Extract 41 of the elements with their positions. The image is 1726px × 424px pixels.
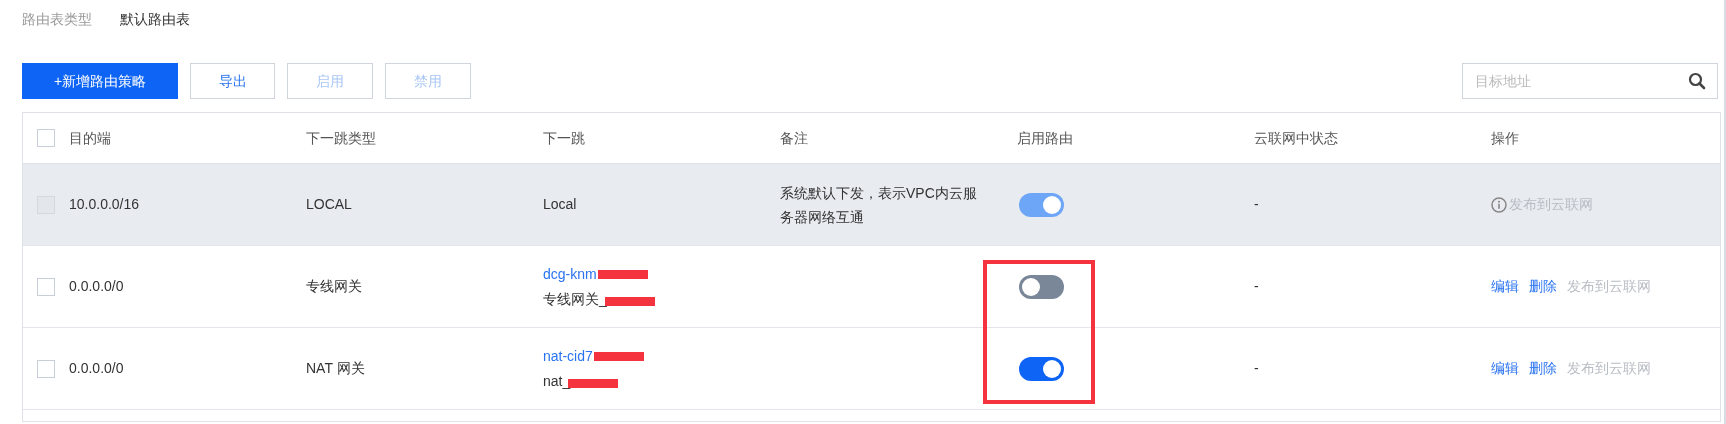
checkbox[interactable] xyxy=(37,277,55,296)
table-cell-text: 10.0.0.0/16 xyxy=(69,195,140,214)
column-header: 下一跳类型 xyxy=(306,129,376,146)
action-link[interactable]: 删除 xyxy=(1529,358,1557,379)
action-link[interactable]: 编辑 xyxy=(1491,358,1519,379)
search-icon[interactable] xyxy=(1688,72,1706,90)
table-cell-text: 专线网关_ xyxy=(543,289,607,309)
table-cell: LOCAL xyxy=(306,196,352,212)
table-cell: - xyxy=(1254,196,1259,212)
table-cell-text: 0.0.0.0/0 xyxy=(69,359,124,378)
column-header: 操作 xyxy=(1491,129,1519,146)
table-cell-text: 0.0.0.0/0 xyxy=(69,277,124,296)
info-icon xyxy=(1491,196,1507,213)
table-cell: - xyxy=(1254,360,1259,376)
table-cell-text: Local xyxy=(543,195,577,214)
column-header: 启用路由 xyxy=(1017,129,1073,146)
next-hop-link[interactable]: nat-cid7 xyxy=(543,345,593,367)
toggle-switch[interactable] xyxy=(1019,356,1064,381)
table-cell-text: nat_ xyxy=(543,371,571,391)
breadcrumb-item[interactable]: 默认路由表 xyxy=(120,9,190,63)
column-header: 云联网中状态 xyxy=(1254,129,1338,146)
action-link[interactable]: 编辑 xyxy=(1491,276,1519,297)
checkbox[interactable] xyxy=(37,359,55,378)
next-hop-link[interactable]: dcg-knm xyxy=(543,263,597,285)
breadcrumb-item[interactable]: 路由表类型 xyxy=(22,9,92,63)
toolbar-button[interactable]: +新增路由策略 xyxy=(22,63,178,99)
toolbar-button[interactable]: 导出 xyxy=(190,63,275,99)
table-cell: NAT 网关 xyxy=(306,360,365,376)
table-cell: - xyxy=(1254,278,1259,294)
redaction-mark xyxy=(597,269,648,279)
checkbox[interactable] xyxy=(37,129,55,147)
column-header: 备注 xyxy=(780,129,808,146)
action-link[interactable]: 删除 xyxy=(1529,276,1557,297)
redaction-mark xyxy=(604,296,655,306)
search-field[interactable]: 目标地址 xyxy=(1462,63,1718,99)
redaction-mark xyxy=(593,351,644,361)
table-cell-text: 系统默认下发，表示VPC内云服务器网络互通 xyxy=(780,183,978,227)
column-header: 下一跳 xyxy=(543,129,585,146)
column-header: 目的端 xyxy=(69,128,111,148)
table-cell: 专线网关 xyxy=(306,278,362,294)
toggle-switch[interactable] xyxy=(1019,274,1064,299)
